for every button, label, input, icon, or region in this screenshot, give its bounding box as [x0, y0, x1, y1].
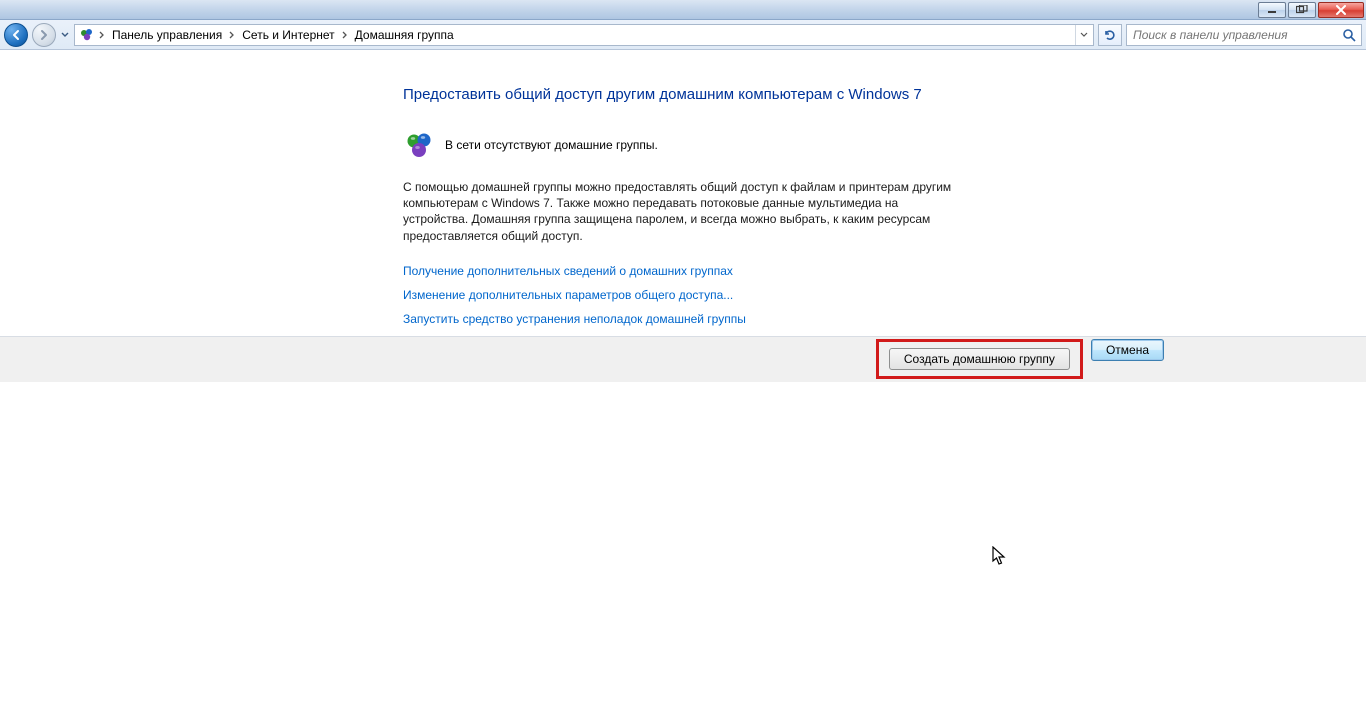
page-heading: Предоставить общий доступ другим домашни…	[403, 86, 963, 103]
navigation-bar: Панель управления Сеть и Интернет Домашн…	[0, 20, 1366, 50]
address-dropdown[interactable]	[1075, 25, 1091, 45]
search-box[interactable]	[1126, 24, 1362, 46]
nav-forward-button[interactable]	[32, 23, 56, 47]
chevron-right-icon	[227, 31, 237, 39]
breadcrumb-item-control-panel[interactable]: Панель управления	[107, 25, 227, 45]
address-breadcrumb[interactable]: Панель управления Сеть и Интернет Домашн…	[74, 24, 1094, 46]
homegroup-path-icon	[79, 27, 95, 43]
breadcrumb-item-homegroup[interactable]: Домашняя группа	[350, 25, 459, 45]
links-section: Получение дополнительных сведений о дома…	[403, 264, 963, 326]
content-area: Предоставить общий доступ другим домашни…	[0, 50, 1366, 336]
breadcrumb-item-network[interactable]: Сеть и Интернет	[237, 25, 339, 45]
breadcrumb-label: Сеть и Интернет	[242, 28, 334, 42]
create-homegroup-button[interactable]: Создать домашнюю группу	[889, 348, 1070, 370]
nav-back-button[interactable]	[4, 23, 28, 47]
minimize-button[interactable]	[1258, 2, 1286, 18]
description-text: С помощью домашней группы можно предоста…	[403, 179, 963, 244]
chevron-right-icon	[340, 31, 350, 39]
mouse-cursor-icon	[992, 546, 1010, 568]
nav-history-dropdown[interactable]	[60, 32, 70, 38]
status-text: В сети отсутствуют домашние группы.	[445, 138, 658, 152]
annotation-highlight: Создать домашнюю группу	[876, 339, 1083, 379]
button-label: Отмена	[1106, 343, 1149, 357]
link-advanced-sharing[interactable]: Изменение дополнительных параметров обще…	[403, 288, 963, 302]
breadcrumb-label: Домашняя группа	[355, 28, 454, 42]
chevron-right-icon	[97, 31, 107, 39]
close-button[interactable]	[1318, 2, 1364, 18]
button-bar: Создать домашнюю группу Отмена	[0, 336, 1366, 382]
button-label: Создать домашнюю группу	[904, 352, 1055, 366]
search-icon[interactable]	[1341, 28, 1357, 42]
link-troubleshoot[interactable]: Запустить средство устранения неполадок …	[403, 312, 963, 326]
link-learn-more[interactable]: Получение дополнительных сведений о дома…	[403, 264, 963, 278]
cancel-button[interactable]: Отмена	[1091, 339, 1164, 361]
window-titlebar	[0, 0, 1366, 20]
homegroup-icon	[403, 129, 435, 161]
breadcrumb-label: Панель управления	[112, 28, 222, 42]
refresh-button[interactable]	[1098, 24, 1122, 46]
maximize-button[interactable]	[1288, 2, 1316, 18]
search-input[interactable]	[1131, 27, 1341, 43]
